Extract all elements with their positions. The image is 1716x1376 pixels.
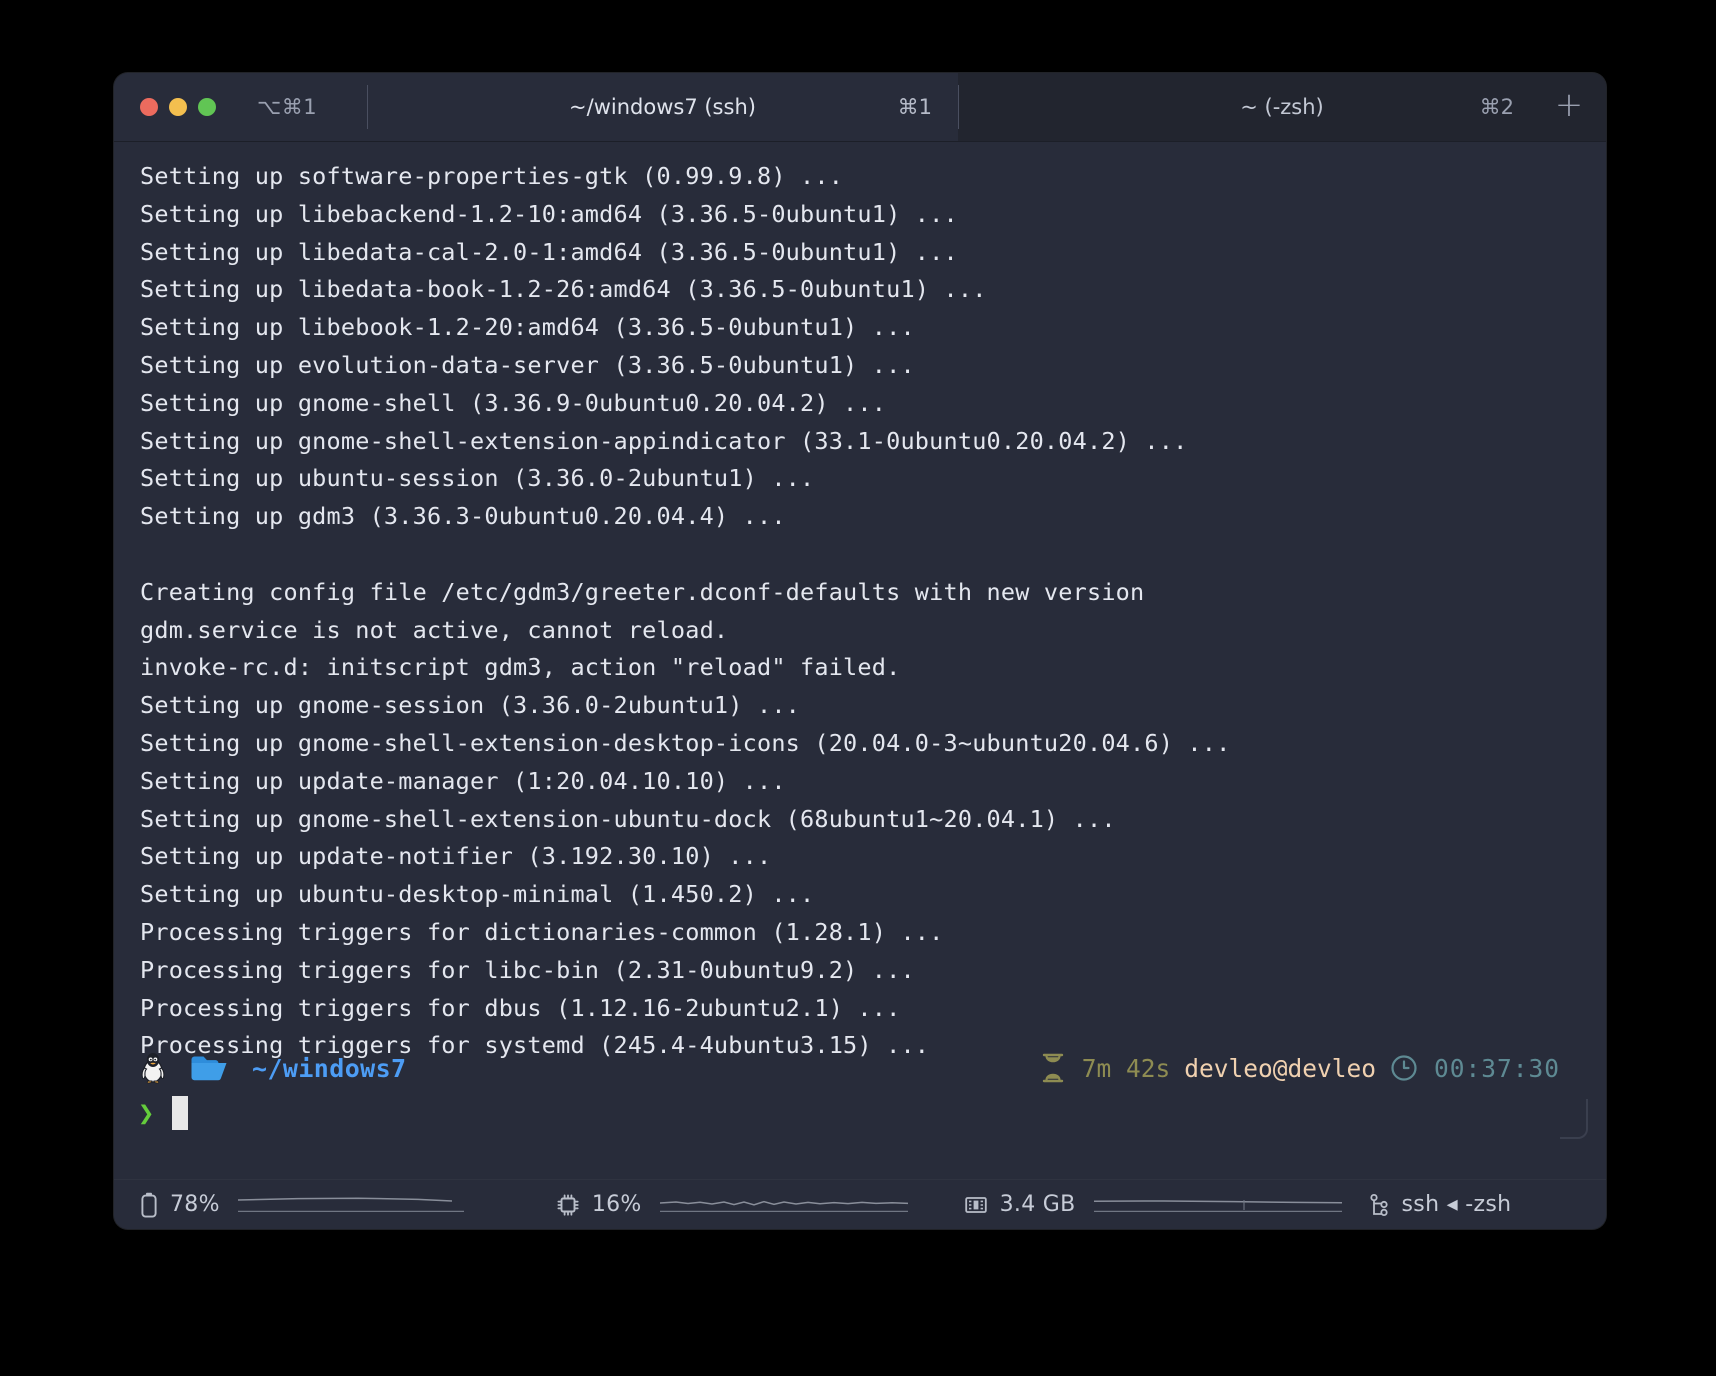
hourglass-icon: [1042, 1053, 1063, 1083]
cpu-sparkline: [659, 1200, 908, 1212]
terminal-line: Setting up update-manager (1:20.04.10.10…: [140, 766, 786, 795]
terminal-line: Setting up evolution-data-server (3.36.5…: [140, 350, 915, 379]
window-controls: ⌥⌘1: [114, 73, 367, 141]
prompt-input-row[interactable]: ❯: [138, 1091, 1606, 1135]
tab-windows7-ssh[interactable]: ~/windows7 (ssh) ⌘1: [367, 73, 958, 141]
prompt-chevron-icon: ❯: [138, 1097, 155, 1129]
battery-value: 78%: [170, 1192, 220, 1217]
terminal-window: ⌥⌘1 ~/windows7 (ssh) ⌘1 ~ (-zsh) ⌘2 + Se…: [114, 73, 1606, 1229]
prompt-elapsed-time: 7m 42s: [1081, 1053, 1171, 1083]
prompt-user-host: devleo@devleo: [1184, 1053, 1376, 1083]
terminal-line: invoke-rc.d: initscript gdm3, action "re…: [140, 653, 901, 682]
status-cpu[interactable]: 16%: [556, 1192, 908, 1217]
session-value: ssh ◂ -zsh: [1401, 1192, 1512, 1217]
window-shortcut-label: ⌥⌘1: [257, 95, 318, 119]
text-cursor[interactable]: [172, 1096, 189, 1130]
battery-sparkline: [237, 1196, 464, 1212]
prompt-clock-time: 00:37:30: [1433, 1053, 1560, 1083]
terminal-output-area[interactable]: Setting up software-properties-gtk (0.99…: [114, 142, 1606, 1179]
terminal-line: Setting up gnome-shell (3.36.9-0ubuntu0.…: [140, 388, 887, 417]
terminal-line: Setting up gdm3 (3.36.3-0ubuntu0.20.04.4…: [140, 502, 786, 531]
tab-home-zsh[interactable]: ~ (-zsh) ⌘2 +: [958, 73, 1606, 141]
clock-icon: [1391, 1055, 1417, 1081]
prompt-status-group: 7m 42s devleo@devleo 00:37:30: [1040, 1053, 1560, 1083]
status-bar: 78% 16% 3.4 GB ssh ◂ -zsh: [114, 1179, 1606, 1229]
shell-prompt: ~/windows7 7m 42s devleo@devleo 00:37:30…: [114, 1047, 1606, 1139]
status-battery[interactable]: 78%: [140, 1192, 464, 1218]
terminal-line: Setting up libebook-1.2-20:amd64 (3.36.5…: [140, 313, 915, 342]
tux-penguin-icon: [141, 1053, 165, 1084]
terminal-line: Setting up gnome-shell-extension-desktop…: [140, 728, 1231, 757]
terminal-line: Setting up ubuntu-desktop-minimal (1.450…: [140, 880, 815, 909]
terminal-line: Setting up gnome-session (3.36.0-2ubuntu…: [140, 691, 801, 720]
terminal-line: Setting up libebackend-1.2-10:amd64 (3.3…: [140, 199, 958, 228]
memory-ram-icon: [964, 1196, 987, 1213]
terminal-line: Processing triggers for libc-bin (2.31-0…: [140, 955, 915, 984]
memory-value: 3.4 GB: [999, 1192, 1076, 1217]
tab-title: ~/windows7 (ssh): [569, 95, 756, 119]
terminal-line: Processing triggers for dictionaries-com…: [140, 917, 944, 946]
cpu-value: 16%: [591, 1192, 642, 1217]
terminal-line: Setting up libedata-cal-2.0-1:amd64 (3.3…: [140, 237, 958, 266]
tab-bar: ⌥⌘1 ~/windows7 (ssh) ⌘1 ~ (-zsh) ⌘2 +: [114, 73, 1606, 142]
tab-shortcut-label: ⌘2: [1479, 95, 1514, 119]
terminal-line: Setting up software-properties-gtk (0.99…: [140, 162, 844, 190]
zoom-button[interactable]: [198, 98, 216, 116]
terminal-scrollback: Setting up software-properties-gtk (0.99…: [114, 158, 1606, 1065]
terminal-line: Setting up libedata-book-1.2-26:amd64 (3…: [140, 275, 987, 304]
folder-icon: [191, 1056, 227, 1081]
close-button[interactable]: [140, 98, 158, 116]
minimize-button[interactable]: [169, 98, 187, 116]
tab-shortcut-label: ⌘1: [897, 95, 932, 119]
cpu-chip-icon: [557, 1194, 579, 1216]
status-session[interactable]: ssh ◂ -zsh: [1368, 1192, 1512, 1217]
terminal-line: Processing triggers for dbus (1.12.16-2u…: [140, 993, 901, 1022]
terminal-line: Setting up update-notifier (3.192.30.10)…: [140, 842, 772, 871]
battery-icon: [141, 1192, 157, 1218]
new-tab-button[interactable]: +: [1552, 88, 1586, 124]
git-branch-icon: [1369, 1193, 1388, 1216]
status-memory[interactable]: 3.4 GB: [964, 1192, 1342, 1217]
terminal-line: Setting up gnome-shell-extension-ubuntu-…: [140, 804, 1116, 833]
terminal-line: Setting up gnome-shell-extension-appindi…: [140, 426, 1188, 455]
prompt-cwd: ~/windows7: [252, 1053, 407, 1083]
memory-sparkline: [1093, 1199, 1342, 1212]
terminal-line: Setting up ubuntu-session (3.36.0-2ubunt…: [140, 464, 815, 493]
prompt-info-row: ~/windows7 7m 42s devleo@devleo 00:37:30: [138, 1047, 1606, 1089]
terminal-line: Creating config file /etc/gdm3/greeter.d…: [140, 577, 1145, 606]
terminal-line: gdm.service is not active, cannot reload…: [140, 615, 729, 644]
